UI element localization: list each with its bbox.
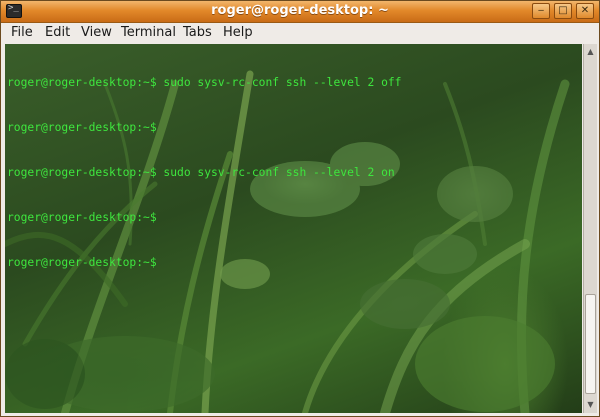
maximize-button[interactable]: □ bbox=[554, 3, 572, 19]
menu-view[interactable]: View bbox=[81, 25, 112, 40]
title-bar[interactable]: roger@roger-desktop: ~ ‒ □ ✕ bbox=[1, 1, 599, 23]
terminal-line: roger@roger-desktop:~$ sudo sysv-rc-conf… bbox=[7, 166, 395, 179]
window-title: roger@roger-desktop: ~ bbox=[211, 3, 389, 18]
scroll-thumb[interactable] bbox=[585, 294, 596, 394]
menu-file[interactable]: File bbox=[11, 25, 33, 40]
minimize-button[interactable]: ‒ bbox=[532, 3, 550, 19]
scroll-down-icon[interactable]: ▼ bbox=[585, 399, 596, 411]
menu-edit[interactable]: Edit bbox=[45, 25, 70, 40]
scroll-up-icon[interactable]: ▲ bbox=[585, 46, 596, 58]
close-button[interactable]: ✕ bbox=[576, 3, 594, 19]
terminal-line: roger@roger-desktop:~$ bbox=[7, 211, 157, 224]
terminal-line: roger@roger-desktop:~$ bbox=[7, 256, 157, 269]
terminal-area[interactable]: roger@roger-desktop:~$ sudo sysv-rc-conf… bbox=[5, 44, 582, 413]
menu-tabs[interactable]: Tabs bbox=[183, 25, 212, 40]
terminal-output: roger@roger-desktop:~$ sudo sysv-rc-conf… bbox=[7, 45, 401, 300]
menu-terminal[interactable]: Terminal bbox=[121, 25, 176, 40]
menu-help[interactable]: Help bbox=[223, 25, 253, 40]
menu-bar: File Edit View Terminal Tabs Help bbox=[1, 23, 599, 43]
terminal-line: roger@roger-desktop:~$ sudo sysv-rc-conf… bbox=[7, 76, 402, 89]
terminal-line: roger@roger-desktop:~$ bbox=[7, 121, 157, 134]
terminal-window: roger@roger-desktop: ~ ‒ □ ✕ File Edit V… bbox=[0, 0, 600, 417]
vertical-scrollbar[interactable]: ▲ ▼ bbox=[583, 44, 597, 413]
